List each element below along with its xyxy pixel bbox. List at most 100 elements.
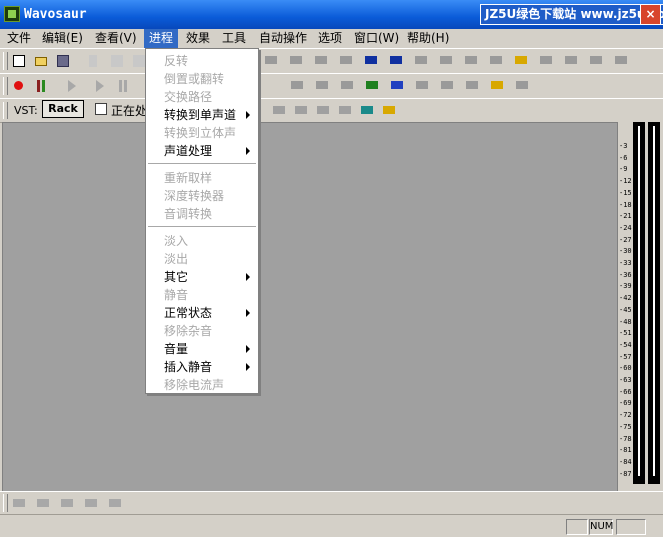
process-menu-item[interactable]: 其它 [146,268,258,286]
loop-icon[interactable] [287,51,305,69]
open-folder-icon[interactable] [32,52,50,70]
process-menu-item-label: 淡入 [164,234,189,248]
split-vertical-icon[interactable] [314,101,332,119]
process-menu-item[interactable]: 重新取样 [146,169,258,187]
meter-tick-label: -81 [619,446,632,455]
menu-3[interactable]: 查看(V) [90,29,142,48]
processing-checkbox[interactable] [95,103,107,115]
toolbar-grip[interactable] [3,77,8,95]
toolbar-grip[interactable] [3,494,8,512]
lock-icon[interactable] [488,76,506,94]
zoom-out-vertical-icon[interactable] [106,494,124,512]
waveform-stereo-icon[interactable] [387,51,405,69]
editor-workspace[interactable] [2,122,618,492]
submenu-arrow-icon [246,309,250,317]
menu-1[interactable]: 文件 [2,29,36,48]
process-menu-item[interactable]: 音量 [146,340,258,358]
meter-tick-label: -27 [619,235,632,244]
process-menu-item[interactable]: 淡出 [146,250,258,268]
play-selection-icon[interactable] [358,101,376,119]
meter-tick-label: -69 [619,399,632,408]
menu-6[interactable]: 工具 [217,29,251,48]
meter-tick-label: -87 [619,469,632,478]
link-icon[interactable] [312,51,330,69]
dots-icon[interactable] [292,101,310,119]
zoom-in-icon[interactable] [10,494,28,512]
menu-7[interactable]: 自动操作 [254,29,312,48]
stop-icon[interactable] [114,77,132,95]
process-menu-item[interactable]: 深度转换器 [146,187,258,205]
rack-button[interactable]: Rack [42,100,84,118]
meter-tick-label: -15 [619,188,632,197]
cut-icon[interactable] [84,52,102,70]
lock-icon[interactable] [512,51,530,69]
process-menu-item[interactable]: 移除杂音 [146,322,258,340]
menu-5[interactable]: 效果 [181,29,215,48]
menu-2[interactable]: 编辑(E) [37,29,88,48]
meter-tick-label: -3 [619,142,628,150]
zoom-fit-icon[interactable] [58,494,76,512]
spread-icon[interactable] [487,51,505,69]
pause-icon[interactable] [32,77,50,95]
trim-left-icon[interactable] [437,51,455,69]
eq-icon[interactable] [363,76,381,94]
trim-right-icon[interactable] [462,51,480,69]
menu-8[interactable]: 选项 [313,29,347,48]
process-menu-item[interactable]: 插入静音 [146,358,258,376]
check-icon[interactable] [270,101,288,119]
region-icon[interactable] [463,76,481,94]
toolbar-grip[interactable] [3,52,8,70]
menu-4[interactable]: 进程 [144,29,179,48]
zoom-out-icon[interactable] [34,494,52,512]
lock-icon[interactable] [380,101,398,119]
play-icon[interactable] [90,77,108,95]
waveform-icon[interactable] [362,51,380,69]
trash-icon[interactable] [537,51,555,69]
pencil-icon[interactable] [388,76,406,94]
process-menu-item[interactable]: 移除电流声 [146,376,258,394]
menu-10[interactable]: 帮助(H) [402,29,454,48]
menu-9[interactable]: 窗口(W) [349,29,404,48]
split-icon[interactable] [338,76,356,94]
move-left-icon[interactable] [413,76,431,94]
process-menu-item[interactable]: 静音 [146,286,258,304]
process-menu-item[interactable]: 声道处理 [146,142,258,160]
process-menu-item[interactable]: 倒置或翻转 [146,70,258,88]
marker-icon[interactable] [412,51,430,69]
record-icon[interactable] [10,77,28,95]
meter-tick-label: -54 [619,340,632,349]
close-x-icon[interactable] [336,101,354,119]
join-icon[interactable] [587,51,605,69]
process-menu-item-label: 重新取样 [164,171,213,185]
close-button[interactable]: × [640,4,661,25]
process-menu-item-label: 移除杂音 [164,324,213,338]
speaker-icon[interactable] [262,51,280,69]
zoom-in-vertical-icon[interactable] [82,494,100,512]
process-menu-item[interactable]: 转换到单声道 [146,106,258,124]
meter-tick-label: -75 [619,422,632,431]
meter-tick-label: -84 [619,457,632,466]
process-menu-item[interactable]: 音调转换 [146,205,258,223]
move-right-icon[interactable] [438,76,456,94]
save-icon[interactable] [54,52,72,70]
toolbar-grip[interactable] [3,102,8,119]
process-menu-item[interactable]: 反转 [146,52,258,70]
nudge-icon[interactable] [612,51,630,69]
process-menu-item[interactable]: 交换路径 [146,88,258,106]
chain-icon[interactable] [337,51,355,69]
meter-tick-label: -30 [619,247,632,256]
play-start-icon[interactable] [62,77,80,95]
process-menu-item[interactable]: 转换到立体声 [146,124,258,142]
trash-icon[interactable] [513,76,531,94]
vst-label: VST: [14,104,38,117]
new-file-icon[interactable] [10,52,28,70]
process-menu-item[interactable]: 正常状态 [146,304,258,322]
process-menu-item-label: 插入静音 [164,360,213,374]
meter-tick-label: -24 [619,223,632,232]
num-lock-indicator: NUM [589,519,613,535]
copy-icon[interactable] [108,52,126,70]
envelope-icon[interactable] [313,76,331,94]
markers-icon[interactable] [288,76,306,94]
process-menu-item[interactable]: 淡入 [146,232,258,250]
slice-icon[interactable] [562,51,580,69]
